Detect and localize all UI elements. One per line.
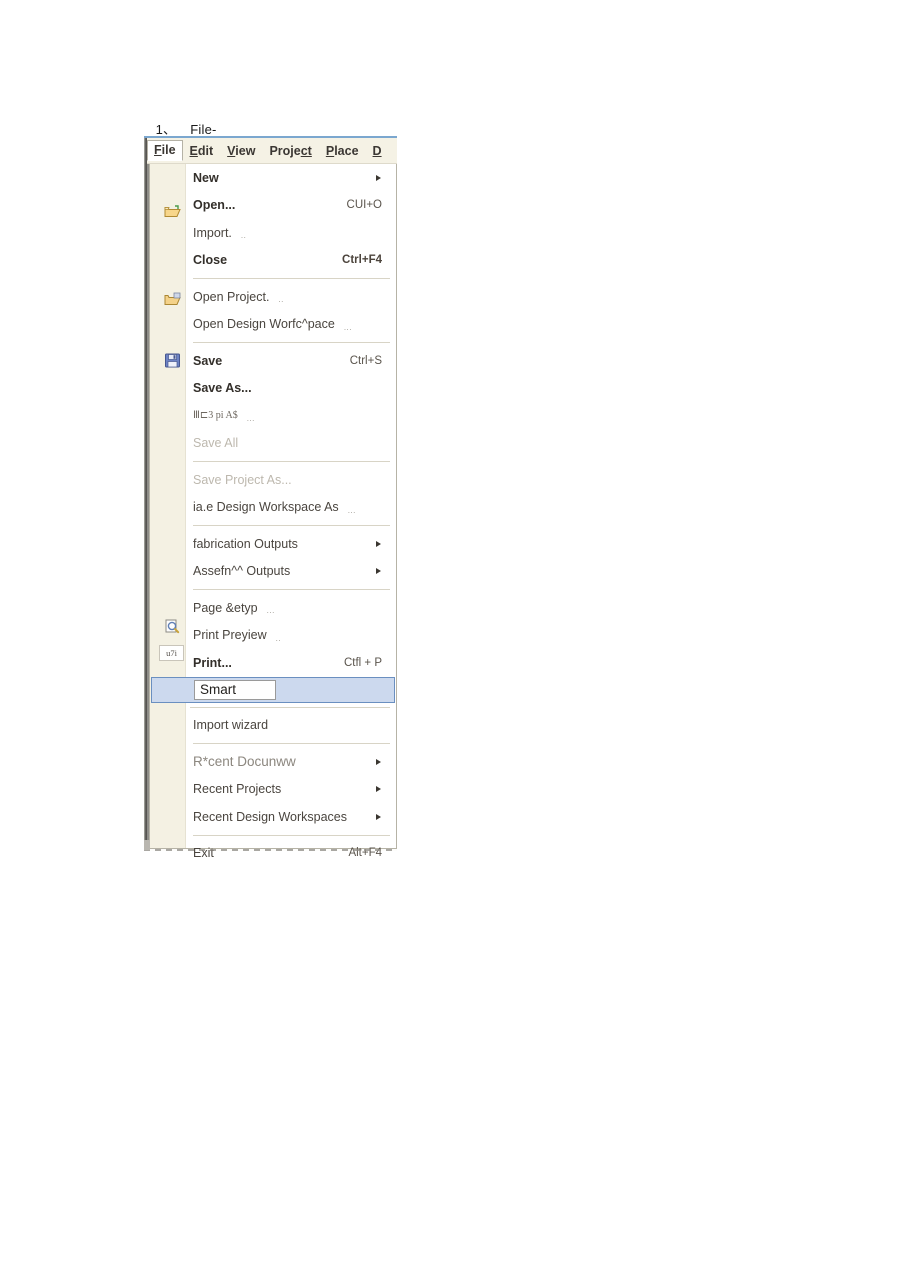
menu-item-recent-design-workspaces[interactable]: Recent Design Workspaces — [150, 803, 396, 831]
menu-separator — [193, 834, 390, 836]
submenu-arrow-icon — [376, 758, 381, 765]
menu-item-open-project-dots: .. — [278, 295, 284, 305]
menu-item-exit[interactable]: Exit Alt+F4 — [150, 840, 396, 868]
menubar-place-mnemonic: P — [325, 143, 335, 158]
menu-separator — [193, 278, 390, 279]
menu-item-save-accel: Ctrl+S — [349, 354, 382, 367]
menu-item-open[interactable]: Open... CUI+O — [150, 192, 396, 220]
menu-item-recent-design-workspaces-label: Recent Design Workspaces — [193, 809, 348, 824]
file-menu-items: New Open... CUI+O Import. .. Close Ctrl+… — [150, 164, 396, 860]
menubar-project-mnemonic: Proje — [269, 143, 301, 158]
menu-item-recent-documents-label: R*cent Docunww — [193, 754, 296, 770]
menu-separator — [190, 706, 390, 708]
menubar-item-design[interactable]: D — [366, 141, 389, 161]
menu-item-import-dots: .. — [240, 231, 247, 241]
menu-item-page-setup-label: Page &etyp — [193, 600, 258, 615]
menu-item-new[interactable]: New — [150, 164, 396, 192]
menu-item-save-project-as-label: Save Project As... — [193, 472, 292, 487]
menu-item-close-label: Close — [193, 253, 228, 268]
menu-item-save-all-label: Save All — [193, 436, 239, 451]
page-title-number: 1、 — [155, 122, 177, 137]
menu-item-save-project-as: Save Project As... — [150, 466, 396, 494]
menubar-item-place[interactable]: Place — [319, 141, 366, 161]
menu-item-page-setup[interactable]: Page &etyp ... — [150, 594, 396, 622]
menu-item-assembly-outputs[interactable]: Assefn^^ Outputs — [150, 558, 396, 586]
menu-item-open-accel: CUI+O — [346, 199, 382, 212]
menu-separator — [193, 525, 390, 526]
menu-item-import-wizard-label: Import wizard — [193, 718, 269, 733]
menu-item-open-design-workspace-label: Open Design Worfc^pace — [193, 317, 335, 332]
menu-item-import-label: Import. — [193, 225, 232, 240]
menu-item-save-copy-as-dots: ... — [246, 414, 255, 424]
smart-pdf-editbox[interactable]: Smart — [194, 679, 276, 700]
menubar-place-rest: lace — [334, 143, 359, 158]
menu-item-save-design-workspace-as-label: ia.e Design Workspace As — [193, 500, 339, 515]
menu-item-save-all: Save All — [150, 430, 396, 458]
menu-item-recent-projects-label: Recent Projects — [193, 782, 282, 797]
menubar-item-file[interactable]: File — [147, 140, 183, 161]
menubar-project-rest: ct — [300, 143, 312, 158]
submenu-arrow-icon — [376, 568, 381, 575]
menu-item-print-preview[interactable]: Print Preyiew .. — [150, 622, 396, 650]
menu-item-assembly-outputs-label: Assefn^^ Outputs — [193, 564, 291, 579]
menubar-item-edit[interactable]: Edit — [183, 141, 221, 161]
menu-item-print[interactable]: Print... Ctfl + P — [150, 649, 396, 677]
menu-item-import[interactable]: Import. .. — [150, 219, 396, 247]
menu-item-close[interactable]: Close Ctrl+F4 — [150, 247, 396, 275]
menubar-view-rest: iew — [235, 143, 256, 158]
menu-item-open-design-workspace-dots: ... — [343, 322, 352, 332]
menubar-item-project[interactable]: Project — [262, 141, 318, 161]
menu-item-save-label: Save — [193, 353, 223, 368]
menu-item-recent-projects[interactable]: Recent Projects — [150, 776, 396, 804]
menu-item-print-label: Print... — [193, 655, 232, 670]
menu-item-page-setup-dots: ... — [266, 606, 275, 616]
menu-item-fabrication-outputs-label: fabrication Outputs — [193, 536, 298, 551]
menu-item-open-label: Open... — [193, 198, 236, 213]
menu-separator — [193, 342, 390, 343]
page-title-label: File- — [190, 122, 217, 137]
menu-item-new-label: New — [193, 170, 219, 185]
page-title: 1、 File- — [148, 104, 217, 138]
menu-separator — [193, 589, 390, 590]
menu-item-fabrication-outputs[interactable]: fabrication Outputs — [150, 530, 396, 558]
menu-item-print-accel: Ctfl + P — [343, 656, 382, 669]
menu-item-open-project[interactable]: Open Project. .. — [150, 283, 396, 311]
menu-item-save[interactable]: Save Ctrl+S — [150, 347, 396, 375]
menubar-item-view[interactable]: View — [220, 141, 262, 161]
menu-item-recent-documents[interactable]: R*cent Docunww — [150, 748, 396, 776]
file-dropdown-menu: u7i New Open... CUI+O Import. .. Close C… — [149, 164, 397, 860]
altium-screenshot: File Edit View Project Place D u7i New O… — [144, 136, 397, 860]
menu-item-print-preview-label: Print Preyiew — [193, 628, 267, 643]
submenu-arrow-icon — [376, 174, 381, 181]
menu-item-open-project-label: Open Project. — [193, 289, 270, 304]
menu-item-print-preview-dots: .. — [275, 633, 282, 643]
menu-item-save-as-label: Save As... — [193, 381, 252, 396]
scan-artifact-corner — [144, 840, 150, 850]
menubar-design-mnemonic: D — [372, 143, 382, 158]
submenu-arrow-icon — [376, 786, 381, 793]
menu-item-save-design-workspace-as-dots: ... — [347, 505, 356, 515]
submenu-arrow-icon — [376, 540, 381, 547]
menu-item-save-copy-as-label: Ⅲ⊏3 pi A$ — [193, 410, 238, 422]
menubar: File Edit View Project Place D — [147, 138, 397, 164]
menu-item-import-wizard[interactable]: Import wizard — [150, 712, 396, 740]
menu-item-close-accel: Ctrl+F4 — [342, 254, 382, 267]
menu-item-save-design-workspace-as[interactable]: ia.e Design Workspace As ... — [150, 494, 396, 522]
menubar-file-rest: ile — [161, 143, 176, 157]
submenu-arrow-icon — [376, 813, 381, 820]
menu-item-open-design-workspace[interactable]: Open Design Worfc^pace ... — [150, 311, 396, 339]
menubar-file-mnemonic: F — [154, 143, 162, 157]
menu-item-smart-pdf[interactable]: Smart — [151, 676, 395, 703]
menu-separator — [193, 461, 390, 462]
menu-item-save-as[interactable]: Save As... — [150, 375, 396, 403]
menu-item-save-copy-as[interactable]: Ⅲ⊏3 pi A$ ... — [150, 402, 396, 430]
menubar-edit-mnemonic: E — [189, 143, 198, 158]
scan-artifact-bottom-edge — [144, 849, 397, 851]
menu-separator — [193, 743, 390, 744]
menubar-edit-rest: dit — [197, 143, 214, 158]
